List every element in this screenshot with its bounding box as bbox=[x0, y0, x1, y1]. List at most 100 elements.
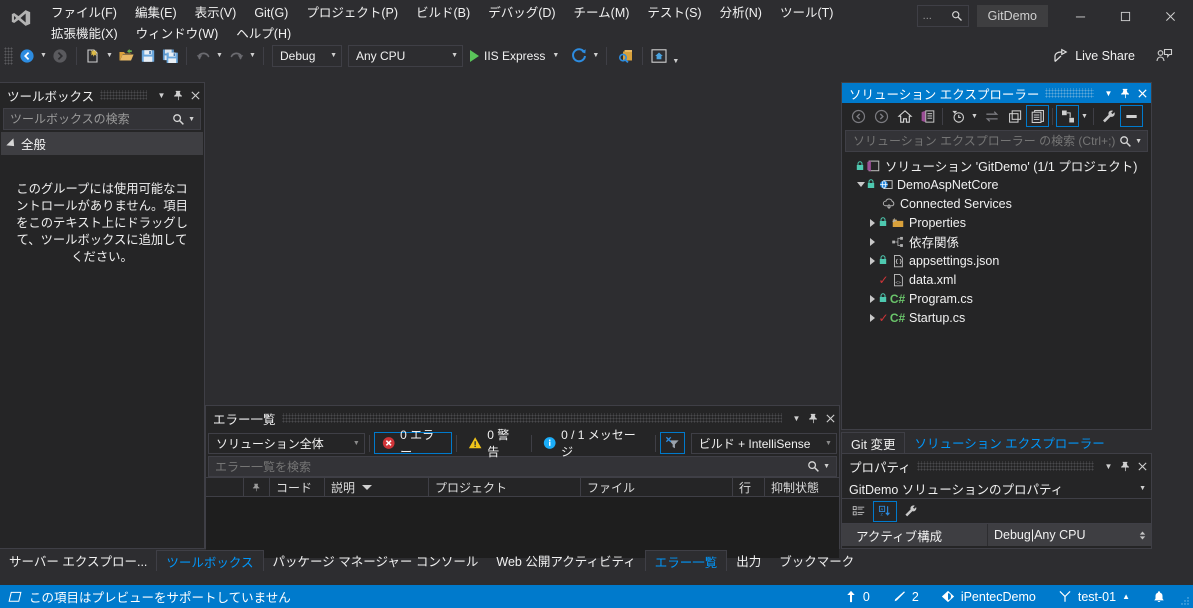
notifications-button[interactable] bbox=[1141, 585, 1177, 608]
tab-server-explorer[interactable]: サーバー エクスプロー... bbox=[0, 550, 156, 571]
categorized-view-button[interactable] bbox=[847, 501, 871, 522]
alphabetical-view-button[interactable]: AZ bbox=[873, 500, 897, 522]
tree-item-solution[interactable]: ソリューション 'GitDemo' (1/1 プロジェクト) bbox=[842, 156, 1151, 175]
menu-build[interactable]: ビルド(B) bbox=[407, 3, 479, 24]
resize-grip[interactable] bbox=[1177, 585, 1193, 608]
close-button[interactable] bbox=[1148, 0, 1193, 32]
sync-with-active-document-button[interactable] bbox=[980, 105, 1003, 127]
error-column-pin[interactable] bbox=[244, 478, 270, 496]
undo-dropdown[interactable]: ▼ bbox=[214, 45, 225, 67]
error-column-project[interactable]: プロジェクト bbox=[429, 478, 581, 496]
error-list-search-box[interactable]: ▼ bbox=[208, 456, 837, 477]
expander-icon[interactable] bbox=[866, 237, 879, 246]
toolbox-search-box[interactable]: ▼ bbox=[3, 108, 201, 130]
toolbox-drag-area[interactable] bbox=[100, 90, 147, 100]
error-list-pin-button[interactable] bbox=[805, 408, 822, 428]
tab-toolbox[interactable]: ツールボックス bbox=[156, 550, 264, 571]
properties-menu-button[interactable]: ▼ bbox=[1100, 456, 1117, 476]
toolbar-overflow-button[interactable]: ▼ bbox=[670, 45, 681, 67]
error-count-toggle[interactable]: 0 エラー bbox=[373, 428, 453, 459]
menu-file[interactable]: ファイル(F) bbox=[42, 3, 126, 24]
new-project-dropdown[interactable]: ▼ bbox=[104, 45, 115, 67]
solution-explorer-view-button[interactable] bbox=[916, 105, 939, 127]
error-list-menu-button[interactable]: ▼ bbox=[788, 408, 805, 428]
property-row[interactable]: アクティブ構成 Debug|Any CPU bbox=[842, 524, 1151, 546]
outgoing-commits-indicator[interactable]: 0 bbox=[834, 585, 881, 608]
refresh-button[interactable] bbox=[1003, 105, 1026, 127]
error-column-suppression[interactable]: 抑制状態 bbox=[765, 478, 839, 496]
error-list-search-input[interactable] bbox=[215, 459, 808, 474]
menu-edit[interactable]: 編集(E) bbox=[126, 3, 186, 24]
tab-bookmarks[interactable]: ブックマーク bbox=[770, 550, 863, 571]
find-in-files-button[interactable] bbox=[615, 45, 637, 67]
open-file-button[interactable] bbox=[115, 45, 137, 67]
tree-item-appsettings-json[interactable]: appsettings.json bbox=[842, 251, 1151, 270]
solution-configuration-combo[interactable]: Debug ▼ bbox=[272, 44, 342, 67]
solution-explorer-menu-button[interactable]: ▼ bbox=[1100, 83, 1117, 103]
solution-search-options-dropdown[interactable]: ▼ bbox=[1132, 138, 1145, 145]
error-search-options-dropdown[interactable]: ▼ bbox=[820, 463, 833, 470]
error-scope-combo[interactable]: ソリューション全体 ▼ bbox=[208, 432, 365, 454]
error-list-drag-area[interactable] bbox=[281, 413, 782, 423]
expander-icon[interactable] bbox=[866, 313, 879, 322]
solution-explorer-close-button[interactable] bbox=[1134, 83, 1151, 103]
maximize-button[interactable] bbox=[1103, 0, 1148, 32]
expander-icon[interactable] bbox=[866, 294, 879, 303]
tree-item-program-cs[interactable]: C# Program.cs bbox=[842, 289, 1151, 308]
start-debugging-button[interactable]: IIS Express ▼ bbox=[466, 45, 563, 67]
tree-item-dependencies[interactable]: 依存関係 bbox=[842, 232, 1151, 251]
collapse-all-dropdown[interactable]: ▼ bbox=[1079, 105, 1090, 127]
navigate-backward-button[interactable] bbox=[16, 45, 38, 67]
toolbox-pin-button[interactable] bbox=[170, 85, 187, 105]
show-all-files-button[interactable] bbox=[1026, 105, 1049, 127]
toolbar-grip[interactable] bbox=[4, 46, 13, 65]
undo-button[interactable] bbox=[192, 45, 214, 67]
pending-changes-dropdown[interactable]: ▼ bbox=[969, 105, 980, 127]
tree-item-data-xml[interactable]: ✓ <> data.xml bbox=[842, 270, 1151, 289]
solution-explorer-search-input[interactable] bbox=[853, 134, 1120, 148]
solution-platform-combo[interactable]: Any CPU ▼ bbox=[348, 44, 463, 67]
repository-indicator[interactable]: iPentecDemo bbox=[930, 585, 1047, 608]
solution-explorer-search-box[interactable]: ▼ bbox=[845, 130, 1148, 152]
quick-launch-search[interactable]: ... bbox=[916, 5, 969, 27]
menu-debug[interactable]: デバッグ(D) bbox=[479, 3, 564, 24]
redo-dropdown[interactable]: ▼ bbox=[247, 45, 258, 67]
redo-button[interactable] bbox=[225, 45, 247, 67]
navigate-forward-button[interactable] bbox=[49, 45, 71, 67]
property-pages-button[interactable] bbox=[899, 501, 923, 522]
home-button[interactable] bbox=[893, 105, 916, 127]
save-button[interactable] bbox=[137, 45, 159, 67]
forward-button[interactable] bbox=[870, 105, 893, 127]
error-list-close-button[interactable] bbox=[822, 408, 839, 428]
error-column-file[interactable]: ファイル bbox=[581, 478, 733, 496]
tab-git-changes[interactable]: Git 変更 bbox=[841, 432, 906, 453]
new-project-button[interactable] bbox=[82, 45, 104, 67]
pending-changes-filter-button[interactable] bbox=[946, 105, 969, 127]
error-column-description[interactable]: 説明 bbox=[325, 478, 429, 496]
menu-view[interactable]: 表示(V) bbox=[186, 3, 246, 24]
tree-item-properties[interactable]: Properties bbox=[842, 213, 1151, 232]
error-column-line[interactable]: 行 bbox=[733, 478, 765, 496]
pending-changes-indicator[interactable]: 2 bbox=[881, 585, 930, 608]
property-value-spinner[interactable] bbox=[1137, 530, 1151, 541]
menu-analyze[interactable]: 分析(N) bbox=[711, 3, 771, 24]
properties-pin-button[interactable] bbox=[1117, 456, 1134, 476]
properties-close-button[interactable] bbox=[1134, 456, 1151, 476]
tree-item-startup-cs[interactable]: ✓ C# Startup.cs bbox=[842, 308, 1151, 327]
property-value-cell[interactable]: Debug|Any CPU bbox=[988, 524, 1151, 546]
properties-button[interactable] bbox=[1097, 105, 1120, 127]
minimize-button[interactable] bbox=[1058, 0, 1103, 32]
live-share-button[interactable]: Live Share bbox=[1047, 45, 1141, 67]
properties-object-selector[interactable]: GitDemo ソリューションのプロパティ ▼ bbox=[842, 478, 1151, 499]
branch-indicator[interactable]: test-01 ▲ bbox=[1047, 585, 1141, 608]
toolbox-menu-button[interactable]: ▼ bbox=[153, 85, 170, 105]
menu-tools[interactable]: ツール(T) bbox=[771, 3, 842, 24]
toolbox-close-button[interactable] bbox=[187, 85, 204, 105]
menu-git[interactable]: Git(G) bbox=[245, 3, 297, 24]
restart-button[interactable] bbox=[568, 45, 590, 67]
toolbox-search-input[interactable] bbox=[10, 112, 173, 126]
solution-explorer-drag-area[interactable] bbox=[1045, 88, 1094, 98]
warning-count-toggle[interactable]: 0 警告 bbox=[461, 428, 527, 459]
send-feedback-button[interactable] bbox=[1153, 45, 1175, 67]
toolbox-group-general[interactable]: 全般 bbox=[1, 132, 203, 155]
